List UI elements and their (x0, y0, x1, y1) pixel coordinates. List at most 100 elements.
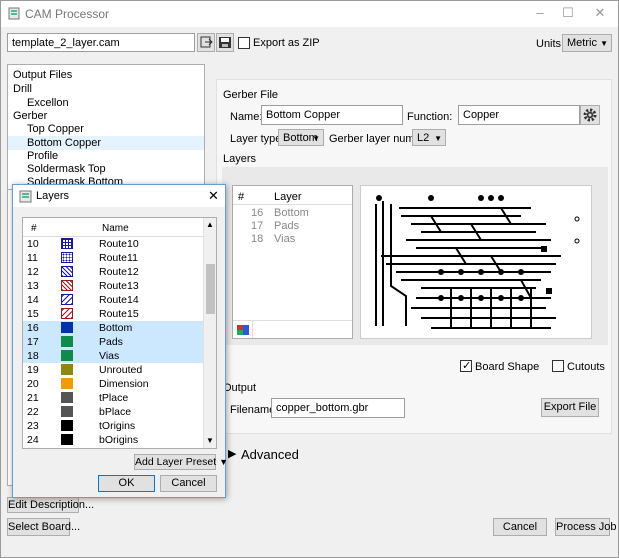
function-input[interactable]: Copper (458, 105, 580, 125)
layer-number-select[interactable]: L2 ▼ (412, 129, 446, 146)
layers-col-num: # (238, 191, 245, 203)
dialog-title: Layers (36, 190, 70, 202)
dialog-close-button[interactable]: ✕ (208, 188, 219, 204)
layer-color-swatch[interactable] (61, 392, 73, 403)
select-board-button[interactable]: Select Board... (7, 518, 80, 536)
layer-color-swatch[interactable] (61, 252, 73, 263)
layer-name: Bottom (99, 322, 133, 334)
layer-name: Pads (99, 336, 123, 348)
layer-row[interactable]: 19 Unrouted (23, 363, 203, 377)
tree-item-bottom-copper[interactable]: Bottom Copper (27, 137, 101, 149)
layer-color-swatch[interactable] (61, 406, 73, 417)
layer-number: 12 (27, 266, 39, 278)
save-template-button[interactable] (216, 33, 234, 52)
filename-input[interactable]: copper_bottom.gbr (271, 398, 405, 418)
export-file-button[interactable]: Export File (541, 398, 599, 417)
layer-row[interactable]: 22 bPlace (23, 405, 203, 419)
cancel-button[interactable]: Cancel (493, 518, 547, 536)
layers-icon (19, 190, 32, 203)
tree-item-soldermask-top[interactable]: Soldermask Top (27, 163, 106, 175)
units-select[interactable]: Metric ▼ (562, 34, 612, 52)
layers-dialog: Layers ✕ # Name 10 Route10 11 Route11 12 Rout… (12, 184, 228, 498)
tree-item-excellon[interactable]: Excellon (27, 97, 69, 109)
tree-item-output-files[interactable]: Output Files (13, 69, 72, 81)
tree-item-drill[interactable]: Drill (13, 83, 32, 95)
layer-row[interactable]: 16 Bottom (23, 321, 203, 335)
close-button[interactable]: ✕ (592, 6, 608, 20)
add-layer-preset-button[interactable]: Add Layer Preset ▼ (134, 454, 228, 470)
layer-color-swatch[interactable] (61, 336, 73, 347)
layer-row[interactable]: 21 tPlace (23, 391, 203, 405)
layer-num: 18 (251, 233, 264, 245)
layer-name: Bottom (274, 207, 309, 219)
layer-color-swatch[interactable] (61, 294, 73, 305)
layer-row[interactable]: 18 Vias (23, 349, 203, 363)
maximize-button[interactable]: ☐ (560, 6, 576, 20)
edit-description-button[interactable]: Edit Description... (7, 497, 94, 513)
minimize-button[interactable]: – (532, 6, 548, 20)
tree-item-gerber[interactable]: Gerber (13, 110, 47, 122)
layer-number: 10 (27, 238, 39, 250)
scroll-thumb[interactable] (206, 264, 215, 314)
export-icon (200, 36, 213, 48)
layer-color-swatch[interactable] (61, 266, 73, 277)
dialog-ok-button[interactable]: OK (98, 475, 155, 492)
layer-colors-button[interactable] (233, 321, 253, 338)
layer-name: Route14 (99, 294, 139, 306)
layer-color-swatch[interactable] (61, 378, 73, 389)
layer-name: bPlace (99, 406, 132, 418)
layer-row[interactable]: 15 Route15 (23, 307, 203, 321)
layer-row[interactable]: 10 Route10 (23, 237, 203, 251)
layer-row[interactable]: 24 bOrigins (23, 433, 203, 447)
name-input[interactable]: Bottom Copper (261, 105, 403, 125)
scroll-up-icon[interactable]: ▲ (206, 220, 214, 229)
window-title: CAM Processor (25, 7, 110, 21)
cam-icon (8, 7, 20, 20)
layer-color-swatch[interactable] (61, 238, 73, 249)
tree-item-profile[interactable]: Profile (27, 150, 58, 162)
layer-number: 18 (27, 350, 39, 362)
function-settings-button[interactable] (580, 105, 600, 125)
process-job-button[interactable]: Process Job (555, 518, 617, 536)
layer-row[interactable]: 20 Dimension (23, 377, 203, 391)
layer-num: 17 (251, 220, 264, 232)
header-divider (233, 204, 352, 205)
layer-row[interactable]: 17 Pads (23, 335, 203, 349)
layer-color-swatch[interactable] (61, 420, 73, 431)
layer-color-swatch[interactable] (61, 350, 73, 361)
tree-item-top-copper[interactable]: Top Copper (27, 123, 84, 135)
layer-number: 23 (27, 420, 39, 432)
layer-row[interactable]: 14 Route14 (23, 293, 203, 307)
layer-color-swatch[interactable] (61, 322, 73, 333)
layer-name: Route13 (99, 280, 139, 292)
template-file-field[interactable]: template_2_layer.cam (7, 33, 195, 52)
add-layer-preset-label: Add Layer Preset (135, 456, 217, 468)
layer-number: 19 (27, 364, 39, 376)
layer-table-scrollbar[interactable]: ▲ ▼ (203, 218, 216, 448)
dialog-cancel-button[interactable]: Cancel (160, 475, 217, 492)
export-zip-checkbox[interactable] (238, 37, 250, 49)
board-shape-checkbox[interactable] (460, 359, 472, 372)
function-label: Function: (407, 111, 453, 123)
layer-row[interactable]: 11 Route11 (23, 251, 203, 265)
layer-name: bOrigins (99, 434, 139, 446)
layer-color-swatch[interactable] (61, 364, 73, 375)
layer-row[interactable]: 23 tOrigins (23, 419, 203, 433)
output-heading: Output (223, 382, 257, 394)
layer-rows: 10 Route10 11 Route11 12 Route12 13 Route13 14 Ro… (23, 237, 203, 448)
board-shape-label: Board Shape (475, 361, 540, 373)
export-template-button[interactable] (197, 33, 215, 52)
layer-row[interactable]: 13 Route13 (23, 279, 203, 293)
layer-number: 15 (27, 308, 39, 320)
scroll-down-icon[interactable]: ▼ (206, 436, 214, 445)
layer-row[interactable]: 12 Route12 (23, 265, 203, 279)
cutouts-checkbox[interactable] (552, 360, 564, 372)
layer-color-swatch[interactable] (61, 308, 73, 319)
layer-color-swatch[interactable] (61, 280, 73, 291)
chevron-right-icon[interactable]: ▶ (228, 447, 236, 460)
layer-color-swatch[interactable] (61, 434, 73, 445)
layer-type-select[interactable]: Bottom ▼ (278, 129, 324, 146)
export-zip-label: Export as ZIP (253, 37, 320, 49)
advanced-toggle[interactable]: Advanced (241, 447, 299, 462)
chevron-down-icon: ▼ (219, 457, 228, 467)
